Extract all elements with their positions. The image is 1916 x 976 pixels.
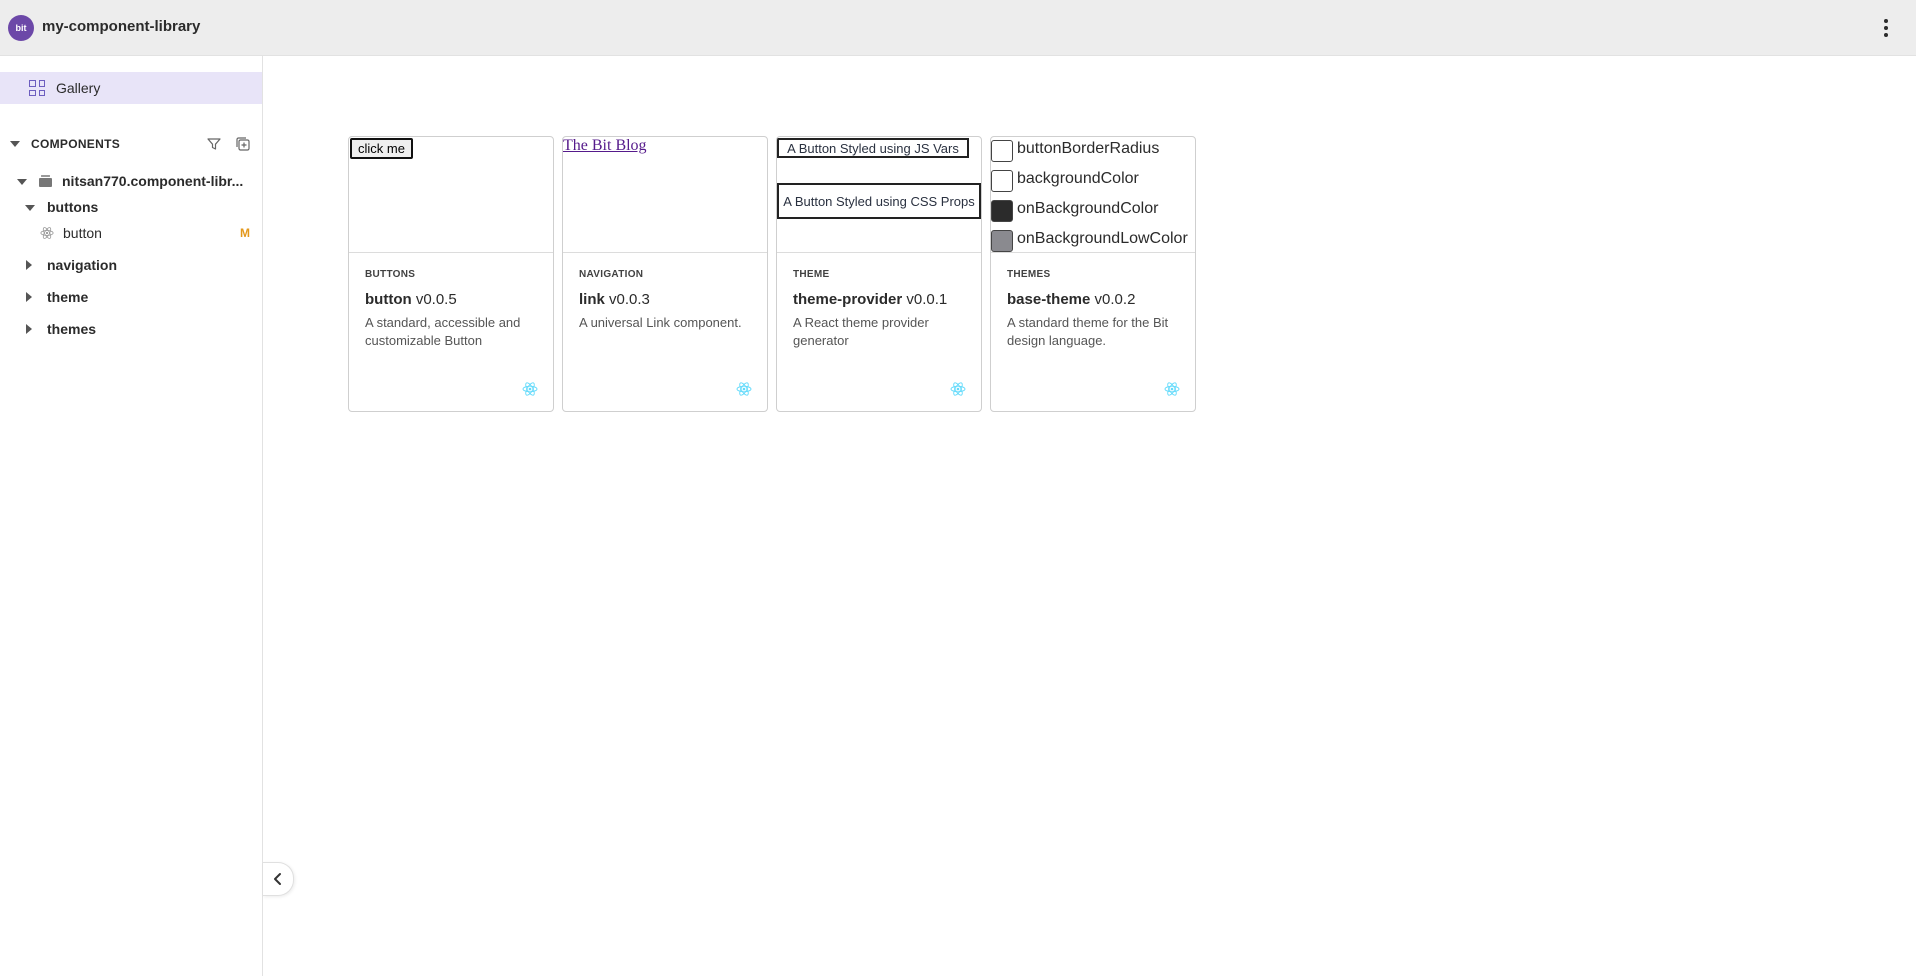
top-bar: bit my-component-library bbox=[0, 0, 1916, 56]
swatch-row: onBackgroundColor bbox=[991, 197, 1195, 223]
sidebar: Gallery COMPONENTS nitsan770.component-l… bbox=[0, 56, 263, 976]
react-icon bbox=[40, 227, 54, 239]
css-props-button[interactable]: A Button Styled using CSS Props bbox=[777, 183, 981, 219]
swatch-label: buttonBorderRadius bbox=[1017, 140, 1160, 157]
component-card-button[interactable]: click me BUTTONS button v0.0.5 A standar… bbox=[348, 136, 554, 412]
swatch-label: backgroundColor bbox=[1017, 170, 1139, 187]
card-version: v0.0.3 bbox=[609, 291, 650, 308]
tree-item-themes[interactable]: themes bbox=[0, 314, 262, 344]
card-description: A standard theme for the Bit design lang… bbox=[1007, 315, 1169, 348]
card-description: A universal Link component. bbox=[579, 315, 742, 330]
bit-logo-icon[interactable]: bit bbox=[8, 15, 34, 41]
click-me-button[interactable]: click me bbox=[350, 138, 413, 159]
card-namespace: THEME bbox=[793, 269, 830, 280]
card-name: theme-provider bbox=[793, 291, 903, 308]
swatch-label: onBackgroundColor bbox=[1017, 200, 1159, 217]
card-title: theme-provider v0.0.1 bbox=[793, 291, 947, 308]
add-component-icon[interactable] bbox=[236, 137, 250, 151]
collapse-sidebar-button[interactable] bbox=[263, 862, 294, 896]
card-title: link v0.0.3 bbox=[579, 291, 650, 308]
card-version: v0.0.2 bbox=[1094, 291, 1136, 308]
card-namespace: NAVIGATION bbox=[579, 269, 644, 280]
component-card-theme-provider[interactable]: A Button Styled using JS Vars A Button S… bbox=[776, 136, 982, 412]
tree-item-button[interactable]: button M bbox=[0, 218, 262, 248]
tree-item-label: theme bbox=[47, 289, 89, 305]
modified-badge: M bbox=[240, 226, 250, 240]
tree-item-label: nitsan770.component-libr... bbox=[62, 173, 244, 189]
card-preview[interactable]: click me bbox=[349, 137, 553, 253]
react-icon bbox=[522, 382, 538, 396]
tree-item-label: button bbox=[63, 225, 102, 241]
tree-item-label: navigation bbox=[47, 257, 118, 273]
sidebar-item-gallery[interactable]: Gallery bbox=[0, 72, 262, 104]
swatch-label: onBackgroundLowColor bbox=[1017, 230, 1188, 247]
bit-blog-link[interactable]: The Bit Blog bbox=[563, 137, 647, 155]
kebab-menu-icon[interactable] bbox=[1876, 17, 1896, 39]
tree-item-theme[interactable]: theme bbox=[0, 282, 262, 312]
gallery-label: Gallery bbox=[56, 80, 101, 96]
grid-icon bbox=[29, 80, 45, 96]
color-swatch bbox=[991, 170, 1013, 192]
chevron-right-icon[interactable] bbox=[26, 260, 32, 270]
component-card-base-theme[interactable]: buttonBorderRadius backgroundColor onBac… bbox=[990, 136, 1196, 412]
color-swatch bbox=[991, 230, 1013, 252]
card-name: button bbox=[365, 291, 412, 308]
card-title: base-theme v0.0.2 bbox=[1007, 291, 1135, 308]
chevron-down-icon[interactable] bbox=[10, 141, 20, 147]
card-title: button v0.0.5 bbox=[365, 291, 457, 308]
color-swatch bbox=[991, 140, 1013, 162]
swatch-row: buttonBorderRadius bbox=[991, 137, 1195, 163]
color-swatch bbox=[991, 200, 1013, 222]
components-section-header[interactable]: COMPONENTS bbox=[0, 128, 262, 160]
react-icon bbox=[1164, 382, 1180, 396]
chevron-right-icon[interactable] bbox=[26, 292, 32, 302]
component-card-link[interactable]: The Bit Blog NAVIGATION link v0.0.3 A un… bbox=[562, 136, 768, 412]
components-title: COMPONENTS bbox=[31, 137, 121, 151]
card-preview[interactable]: The Bit Blog bbox=[563, 137, 767, 253]
card-preview[interactable]: A Button Styled using JS Vars A Button S… bbox=[777, 137, 981, 253]
swatch-row: backgroundColor bbox=[991, 167, 1195, 193]
filter-icon[interactable] bbox=[207, 137, 221, 151]
card-description: A standard, accessible and customizable … bbox=[365, 315, 521, 348]
card-name: base-theme bbox=[1007, 291, 1091, 308]
scope-icon bbox=[39, 175, 52, 187]
react-icon bbox=[736, 382, 752, 396]
card-version: v0.0.5 bbox=[415, 291, 457, 308]
swatch-row: onBackgroundLowColor bbox=[991, 227, 1195, 252]
card-version: v0.0.1 bbox=[906, 291, 948, 308]
chevron-down-icon[interactable] bbox=[17, 179, 27, 185]
tree-item-label: themes bbox=[47, 321, 97, 337]
card-preview[interactable]: buttonBorderRadius backgroundColor onBac… bbox=[991, 137, 1195, 253]
tree-item-label: buttons bbox=[47, 199, 99, 215]
card-name: link bbox=[579, 291, 605, 308]
scope-name[interactable]: my-component-library bbox=[42, 18, 200, 35]
card-namespace: THEMES bbox=[1007, 269, 1051, 280]
tree-item-navigation[interactable]: navigation bbox=[0, 250, 262, 280]
chevron-right-icon[interactable] bbox=[26, 324, 32, 334]
react-icon bbox=[950, 382, 966, 396]
card-description: A React theme provider generator bbox=[793, 315, 929, 348]
card-namespace: BUTTONS bbox=[365, 269, 416, 280]
chevron-left-icon bbox=[274, 873, 281, 885]
chevron-down-icon[interactable] bbox=[25, 205, 35, 211]
js-vars-button[interactable]: A Button Styled using JS Vars bbox=[777, 138, 969, 158]
